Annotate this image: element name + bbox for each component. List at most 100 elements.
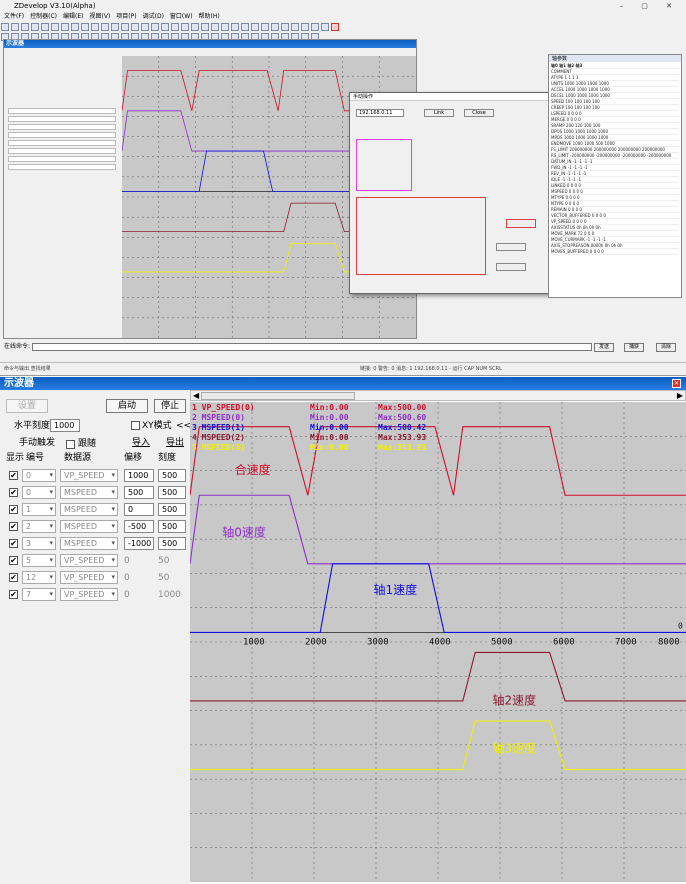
channel-checkbox[interactable]: ✔ — [9, 471, 18, 480]
channel-checkbox[interactable]: ✔ — [9, 505, 18, 514]
toolbar-icon[interactable] — [41, 23, 49, 31]
toolbar-icon[interactable] — [191, 23, 199, 31]
toolbar-icon[interactable] — [241, 23, 249, 31]
send-button[interactable]: 发送 — [594, 343, 615, 352]
toolbar-icon[interactable] — [11, 23, 19, 31]
menu-item[interactable]: 项目(P) — [116, 13, 136, 20]
channel-source-select[interactable]: MSPEED ▾ — [60, 537, 118, 550]
scroll-right-icon[interactable]: ▶ — [677, 391, 683, 400]
toolbar-icon[interactable] — [121, 23, 129, 31]
mini-stop-button[interactable] — [496, 243, 526, 251]
mini-run-button[interactable] — [506, 219, 536, 228]
channel-checkbox[interactable]: ✔ — [9, 522, 18, 531]
channel-scale[interactable]: 500 — [158, 537, 186, 550]
menu-item[interactable]: 帮助(H) — [199, 13, 220, 20]
channel-source-select[interactable]: VP_SPEED ▾ — [60, 588, 118, 601]
channel-checkbox[interactable]: ✔ — [9, 488, 18, 497]
channel-num-select[interactable]: 5 ▾ — [22, 554, 56, 567]
channel-num-select[interactable]: 0 ▾ — [22, 486, 56, 499]
import-button[interactable]: 导入 — [130, 437, 152, 451]
hscale-input[interactable]: 1000 — [50, 419, 80, 432]
channel-checkbox[interactable]: ✔ — [9, 590, 18, 599]
menu-item[interactable]: 控制器(C) — [30, 13, 57, 20]
scroll-left-icon[interactable]: ◀ — [193, 391, 199, 400]
capture-button[interactable]: 捕获 — [624, 343, 645, 352]
toolbar-icon[interactable] — [71, 23, 79, 31]
channel-checkbox[interactable]: ✔ — [9, 539, 18, 548]
toolbar-icon[interactable] — [111, 23, 119, 31]
toolbar-icon[interactable] — [281, 23, 289, 31]
link-button[interactable]: Link — [424, 109, 454, 117]
toolbar-icon[interactable] — [81, 23, 89, 31]
manual-trigger-button[interactable]: 手动触发 — [14, 437, 60, 451]
channel-num-select[interactable]: 2 ▾ — [22, 520, 56, 533]
channel-source-select[interactable]: MSPEED ▾ — [60, 520, 118, 533]
toolbar-icon[interactable] — [31, 23, 39, 31]
toolbar-icon[interactable] — [21, 23, 29, 31]
toolbar-icon[interactable] — [171, 23, 179, 31]
toolbar-icon[interactable] — [221, 23, 229, 31]
channel-checkbox[interactable]: ✔ — [9, 573, 18, 582]
toolbar-icon[interactable] — [141, 23, 149, 31]
toolbar-icon[interactable] — [311, 23, 319, 31]
stop-button[interactable]: 停止 — [154, 399, 186, 413]
toolbar-icon[interactable] — [231, 23, 239, 31]
channel-scale[interactable]: 500 — [158, 520, 186, 533]
toolbar-icon[interactable] — [161, 23, 169, 31]
toolbar-icon[interactable] — [201, 23, 209, 31]
menu-item[interactable]: 视图(V) — [90, 13, 111, 20]
channel-source-select[interactable]: VP_SPEED ▾ — [60, 469, 118, 482]
follow-checkbox[interactable] — [66, 440, 75, 449]
channel-offset[interactable]: 1000 — [124, 469, 154, 482]
toolbar-icon[interactable] — [291, 23, 299, 31]
toolbar-icon[interactable] — [51, 23, 59, 31]
toolbar-icon[interactable] — [181, 23, 189, 31]
toolbar-icon[interactable] — [91, 23, 99, 31]
scroll-thumb[interactable] — [201, 392, 355, 400]
channel-num-select[interactable]: 1 ▾ — [22, 503, 56, 516]
toolbar-icon[interactable] — [1, 23, 9, 31]
xy-mode-checkbox[interactable] — [131, 421, 140, 430]
toolbar-icon[interactable] — [151, 23, 159, 31]
cmd-input[interactable] — [31, 342, 592, 351]
toolbar-icon[interactable] — [61, 23, 69, 31]
channel-source-select[interactable]: VP_SPEED ▾ — [60, 554, 118, 567]
menu-item[interactable]: 窗口(W) — [170, 13, 193, 20]
channel-scale[interactable]: 500 — [158, 486, 186, 499]
channel-num-select[interactable]: 3 ▾ — [22, 537, 56, 550]
horizontal-scrollbar[interactable]: ◀ ▶ — [190, 390, 686, 401]
export-button[interactable]: 导出 — [164, 437, 186, 451]
ip-select[interactable]: 192.168.0.11 — [356, 109, 404, 117]
close-icon[interactable]: ✕ — [672, 379, 681, 388]
toolbar-icon[interactable] — [131, 23, 139, 31]
collapse-button[interactable]: << — [176, 420, 191, 432]
channel-checkbox[interactable]: ✔ — [9, 556, 18, 565]
close-link-button[interactable]: Close — [464, 109, 494, 117]
mini-zero-button[interactable] — [496, 263, 526, 271]
toolbar-icon[interactable] — [331, 23, 339, 31]
toolbar-icon[interactable] — [271, 23, 279, 31]
menu-item[interactable]: 调试(D) — [143, 13, 164, 20]
channel-offset[interactable]: 500 — [124, 486, 154, 499]
setup-button[interactable]: 设置 — [6, 399, 48, 413]
channel-num-select[interactable]: 7 ▾ — [22, 588, 56, 601]
channel-source-select[interactable]: MSPEED ▾ — [60, 503, 118, 516]
toolbar-icon[interactable] — [251, 23, 259, 31]
channel-scale[interactable]: 500 — [158, 469, 186, 482]
menu-item[interactable]: 编辑(E) — [63, 13, 83, 20]
toolbar-icon[interactable] — [261, 23, 269, 31]
channel-source-select[interactable]: MSPEED ▾ — [60, 486, 118, 499]
window-controls[interactable]: – ▢ ✕ — [620, 0, 680, 12]
toolbar-icon[interactable] — [101, 23, 109, 31]
channel-source-select[interactable]: VP_SPEED ▾ — [60, 571, 118, 584]
channel-num-select[interactable]: 0 ▾ — [22, 469, 56, 482]
toolbar-icon[interactable] — [301, 23, 309, 31]
toolbar-icon[interactable] — [211, 23, 219, 31]
clear-button[interactable]: 清除 — [656, 343, 677, 352]
toolbar-icon[interactable] — [321, 23, 329, 31]
start-button[interactable]: 启动 — [106, 399, 148, 413]
channel-offset[interactable]: -1000 — [124, 537, 154, 550]
menu-item[interactable]: 文件(F) — [4, 13, 24, 20]
channel-num-select[interactable]: 12 ▾ — [22, 571, 56, 584]
channel-offset[interactable]: -500 — [124, 520, 154, 533]
